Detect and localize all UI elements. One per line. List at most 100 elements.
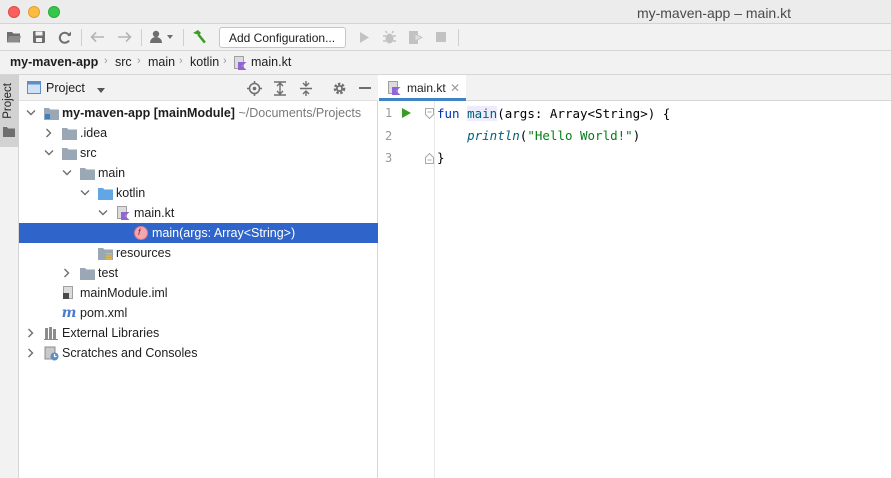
run-gutter-icon[interactable] [401, 107, 412, 122]
chevron-down-icon[interactable] [97, 206, 109, 220]
chevron-right-icon[interactable] [43, 126, 55, 140]
module-folder-icon [43, 105, 59, 121]
code-paren: ) [632, 128, 641, 143]
folder-icon [61, 145, 77, 161]
close-tab-icon[interactable]: ✕ [450, 81, 460, 95]
editor-tab-bar: main.kt ✕ [379, 75, 891, 101]
code-keyword: fun [437, 106, 460, 121]
editor-area: main.kt ✕ 1 2 3 fun main(args: Array<Str… [379, 75, 891, 478]
code-line-3[interactable]: } [437, 150, 445, 165]
fold-marker-icon[interactable] [425, 107, 434, 122]
tree-item-scratches[interactable]: Scratches and Consoles [19, 343, 378, 363]
coverage-icon[interactable] [407, 29, 423, 45]
project-path-label: ~/Documents/Projects [238, 106, 362, 120]
close-window-button[interactable] [8, 6, 20, 18]
folder-icon [3, 125, 15, 140]
maven-icon: m [61, 305, 77, 321]
breadcrumb-project[interactable]: my-maven-app [10, 55, 98, 69]
line-number: 3 [385, 151, 393, 165]
kotlin-file-icon [234, 56, 247, 73]
collapse-all-icon[interactable] [298, 80, 314, 96]
main-toolbar: Add Configuration... [0, 24, 891, 51]
chevron-down-icon[interactable] [79, 186, 91, 200]
tree-item-external-libraries[interactable]: External Libraries [19, 323, 378, 343]
kotlin-file-icon [115, 205, 131, 221]
title-bar: my-maven-app – main.kt [0, 0, 891, 24]
left-tool-stripe: Project [0, 75, 19, 478]
locate-icon[interactable] [246, 80, 262, 96]
kotlin-file-icon [388, 81, 401, 98]
code-line-2[interactable]: println("Hello World!") [437, 128, 640, 143]
project-view-icon [27, 81, 41, 97]
source-folder-icon [97, 185, 113, 201]
back-arrow-icon[interactable] [89, 29, 105, 45]
hide-panel-icon[interactable] [357, 80, 373, 96]
debug-icon[interactable] [381, 29, 397, 45]
stop-icon[interactable] [433, 29, 449, 45]
tree-item-project-root[interactable]: my-maven-app [mainModule] ~/Documents/Pr… [19, 103, 378, 123]
tree-label: Scratches and Consoles [62, 346, 198, 360]
chevron-down-icon[interactable] [96, 82, 106, 97]
resources-folder-icon [97, 245, 113, 261]
fold-marker-icon[interactable] [425, 152, 434, 167]
chevron-down-icon[interactable] [25, 106, 37, 120]
code-signature: (args: Array<String>) { [497, 106, 671, 121]
sync-icon[interactable] [56, 29, 72, 45]
expand-all-icon[interactable] [272, 80, 288, 96]
project-tool-tab[interactable]: Project [0, 75, 19, 147]
chevron-down-icon[interactable] [43, 146, 55, 160]
build-hammer-icon[interactable] [191, 29, 207, 45]
tree-label: main(args: Array<String>) [152, 226, 296, 240]
code-string: "Hello World!" [527, 128, 633, 143]
line-number: 2 [385, 129, 393, 143]
breadcrumb-kotlin[interactable]: kotlin [190, 55, 219, 69]
user-dropdown-icon[interactable] [148, 29, 176, 45]
tree-item-test[interactable]: test [19, 263, 378, 283]
tree-label: main [98, 166, 126, 180]
folder-icon [79, 165, 95, 181]
breadcrumb-file[interactable]: main.kt [251, 55, 291, 69]
tree-label: resources [116, 246, 171, 260]
code-line-1[interactable]: fun main(args: Array<String>) { [437, 106, 670, 121]
tree-item-resources[interactable]: resources [19, 243, 378, 263]
scratches-icon [43, 345, 59, 361]
code-function-name: main [467, 106, 498, 121]
breadcrumb-main[interactable]: main [148, 55, 175, 69]
tab-label: main.kt [407, 81, 446, 95]
function-icon [133, 225, 149, 241]
breadcrumb-src[interactable]: src [115, 55, 132, 69]
code-brace: } [437, 150, 445, 165]
editor-gutter: 1 2 3 [379, 101, 435, 478]
chevron-down-icon[interactable] [61, 166, 73, 180]
add-configuration-button[interactable]: Add Configuration... [219, 27, 346, 48]
project-panel-title[interactable]: Project [46, 81, 85, 95]
save-icon[interactable] [31, 29, 47, 45]
tree-label: kotlin [116, 186, 146, 200]
run-icon[interactable] [356, 29, 372, 45]
tree-label: main.kt [134, 206, 175, 220]
code-call: println [467, 128, 520, 143]
tree-label: .idea [80, 126, 108, 140]
tree-label: src [80, 146, 97, 160]
tree-item-main-function[interactable]: f main(args: Array<String>) [19, 223, 378, 243]
tab-main-kt[interactable]: main.kt ✕ [379, 75, 466, 101]
tree-label: mainModule.iml [80, 286, 168, 300]
chevron-right-icon[interactable] [25, 326, 37, 340]
chevron-right-icon[interactable] [25, 346, 37, 360]
forward-arrow-icon[interactable] [116, 29, 132, 45]
chevron-right-icon[interactable] [61, 266, 73, 280]
tree-item-pom[interactable]: m pom.xml [19, 303, 378, 323]
open-folder-icon[interactable] [6, 29, 22, 45]
tree-item-src[interactable]: src [19, 143, 378, 163]
zoom-window-button[interactable] [48, 6, 60, 18]
tree-item-main-kt[interactable]: main.kt [19, 203, 378, 223]
navigation-bar: my-maven-app › src › main › kotlin › mai… [0, 51, 891, 75]
tree-label: External Libraries [62, 326, 160, 340]
project-panel: Project my-maven-app [mainModule] ~/Docu… [19, 75, 378, 478]
tree-item-idea[interactable]: .idea [19, 123, 378, 143]
gear-icon[interactable] [331, 80, 347, 96]
minimize-window-button[interactable] [28, 6, 40, 18]
tree-item-kotlin[interactable]: kotlin [19, 183, 378, 203]
tree-item-iml[interactable]: mainModule.iml [19, 283, 378, 303]
tree-item-main[interactable]: main [19, 163, 378, 183]
